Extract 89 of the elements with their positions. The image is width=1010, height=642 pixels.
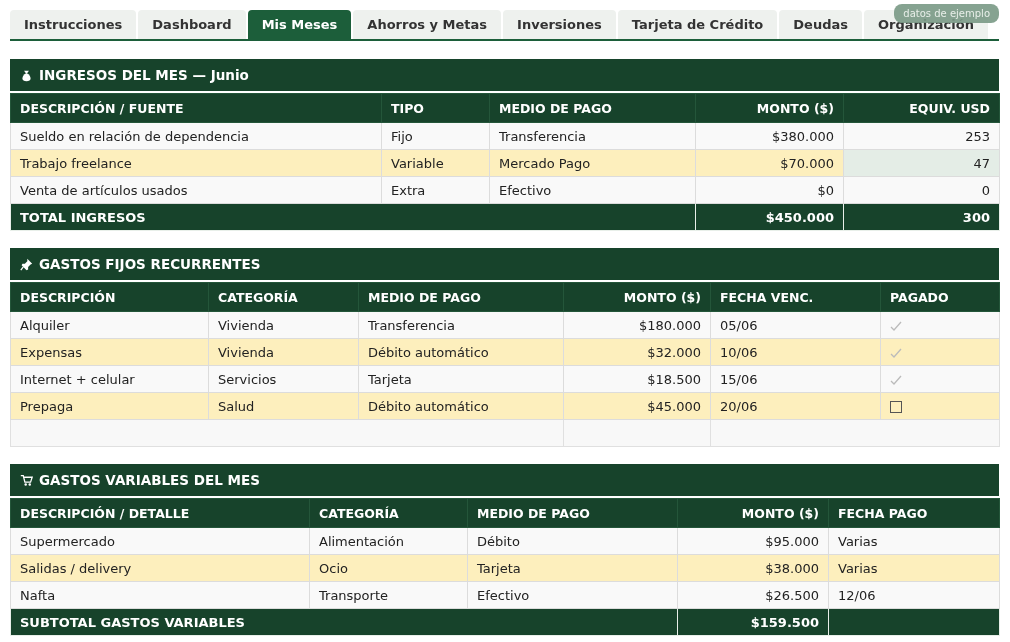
table-cell: 10/06 <box>710 338 881 366</box>
table-cell: $38.000 <box>677 554 829 582</box>
table-cell: Salud <box>208 392 359 420</box>
tab[interactable]: Dashboard <box>138 10 246 39</box>
column-header: FECHA VENC. <box>710 282 881 312</box>
table-cell: $45.000 <box>563 392 711 420</box>
check-icon[interactable] <box>890 347 902 359</box>
column-header: DESCRIPCIÓN <box>10 282 209 312</box>
table-cell: Alquiler <box>10 311 209 339</box>
total-cell: SUBTOTAL GASTOS VARIABLES <box>10 608 678 636</box>
table-cell: $26.500 <box>677 581 829 609</box>
sample-data-toast: datos de ejemplo <box>894 4 999 23</box>
section-title: GASTOS VARIABLES DEL MES <box>39 472 260 488</box>
section-title: INGRESOS DEL MES — Junio <box>39 67 249 83</box>
table-cell: Variable <box>381 149 490 177</box>
total-cell: TOTAL INGRESOS <box>10 203 696 231</box>
checkbox[interactable] <box>890 401 902 413</box>
column-header: MEDIO DE PAGO <box>467 498 678 528</box>
table-cell: Tarjeta <box>358 365 564 393</box>
column-header: MEDIO DE PAGO <box>358 282 564 312</box>
table-cell: $95.000 <box>677 527 829 555</box>
table-cell: Trabajo freelance <box>10 149 382 177</box>
table-cell: 12/06 <box>828 581 1000 609</box>
table-cell: Efectivo <box>489 176 696 204</box>
tab[interactable]: Deudas <box>779 10 862 39</box>
table-cell: 0 <box>843 176 1000 204</box>
table-cell: $18.500 <box>563 365 711 393</box>
tab[interactable]: Instrucciones <box>10 10 137 39</box>
table-cell: Salidas / delivery <box>10 554 310 582</box>
column-header: EQUIV. USD <box>843 93 1000 123</box>
table-cell: Expensas <box>10 338 209 366</box>
tab[interactable]: Mis Meses <box>247 10 352 39</box>
table-cell: $180.000 <box>563 311 711 339</box>
table-cell: Vivienda <box>208 311 359 339</box>
table-cell: Prepaga <box>10 392 209 420</box>
table-cell: Fijo <box>381 122 490 150</box>
table-cell: Transporte <box>309 581 468 609</box>
table-cell: $32.000 <box>563 338 711 366</box>
column-header: MEDIO DE PAGO <box>489 93 696 123</box>
tab[interactable]: Ahorros y Metas <box>353 10 502 39</box>
table-cell: Efectivo <box>467 581 678 609</box>
table-cell: Débito automático <box>358 392 564 420</box>
table-cell: 47 <box>843 149 1000 177</box>
column-header: MONTO ($) <box>695 93 844 123</box>
total-cell: $450.000 <box>695 203 844 231</box>
table-cell: Vivienda <box>208 338 359 366</box>
table-cell: $380.000 <box>695 122 844 150</box>
table-cell: Mercado Pago <box>489 149 696 177</box>
column-header: CATEGORÍA <box>309 498 468 528</box>
table-cell: Extra <box>381 176 490 204</box>
total-cell: 300 <box>843 203 1000 231</box>
column-header: MONTO ($) <box>563 282 711 312</box>
table-cell: Varias <box>828 527 1000 555</box>
cart-icon <box>20 473 33 487</box>
column-header: FECHA PAGO <box>828 498 1000 528</box>
tab[interactable]: Tarjeta de Crédito <box>617 10 778 39</box>
table-cell: Sueldo en relación de dependencia <box>10 122 382 150</box>
column-header: DESCRIPCIÓN / DETALLE <box>10 498 310 528</box>
table-cell: Nafta <box>10 581 310 609</box>
table-cell: Venta de artículos usados <box>10 176 382 204</box>
check-icon[interactable] <box>890 374 902 386</box>
table-cell: Ocio <box>309 554 468 582</box>
table-cell: 20/06 <box>710 392 881 420</box>
pin-icon <box>20 257 33 271</box>
table-cell: Servicios <box>208 365 359 393</box>
section-title: GASTOS FIJOS RECURRENTES <box>39 256 261 272</box>
check-icon[interactable] <box>890 320 902 332</box>
column-header: PAGADO <box>880 282 1000 312</box>
table-cell: Tarjeta <box>467 554 678 582</box>
table-cell: Transferencia <box>358 311 564 339</box>
table-cell: Supermercado <box>10 527 310 555</box>
column-header: MONTO ($) <box>677 498 829 528</box>
table-cell: Alimentación <box>309 527 468 555</box>
tab[interactable]: Inversiones <box>503 10 616 39</box>
column-header: TIPO <box>381 93 490 123</box>
table-cell: 15/06 <box>710 365 881 393</box>
table-cell: 253 <box>843 122 1000 150</box>
table-cell: $70.000 <box>695 149 844 177</box>
table-cell: Internet + celular <box>10 365 209 393</box>
table-cell: Débito automático <box>358 338 564 366</box>
column-header: DESCRIPCIÓN / FUENTE <box>10 93 382 123</box>
table-cell: 05/06 <box>710 311 881 339</box>
table-cell: Débito <box>467 527 678 555</box>
table-cell: $0 <box>695 176 844 204</box>
column-header: CATEGORÍA <box>208 282 359 312</box>
table-cell: Varias <box>828 554 1000 582</box>
table-cell: Transferencia <box>489 122 696 150</box>
total-cell: $159.500 <box>677 608 829 636</box>
money-bag-icon <box>20 68 33 82</box>
